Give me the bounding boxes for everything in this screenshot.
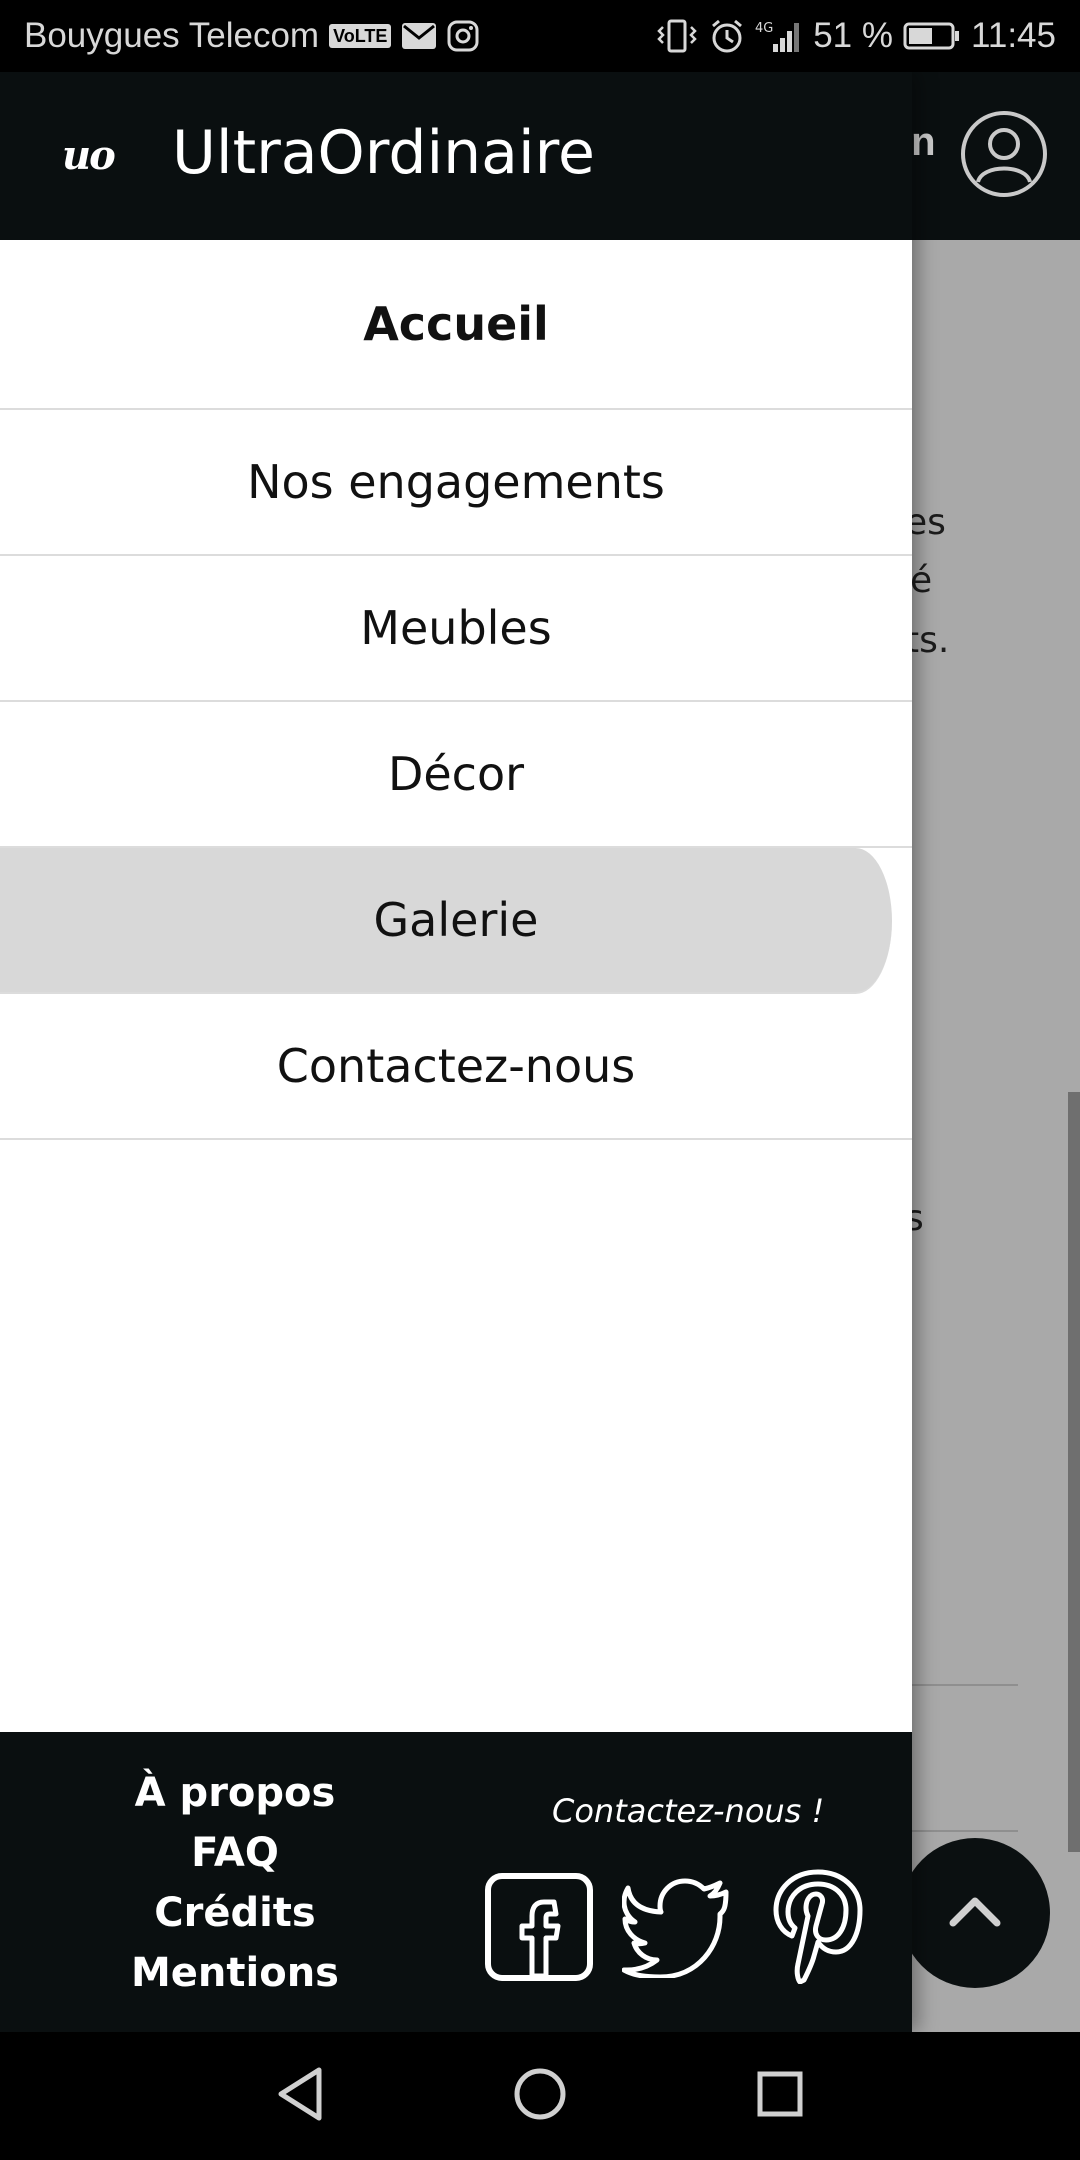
pinterest-icon[interactable] — [770, 1868, 866, 1989]
carrier-name: Bouygues Telecom — [24, 16, 320, 55]
drawer-menu: Accueil Nos engagements Meubles Décor Ga… — [0, 240, 912, 1140]
home-button[interactable] — [500, 2056, 580, 2136]
twitter-icon[interactable] — [621, 1878, 732, 1983]
menu-item-label: Nos engagements — [247, 455, 665, 509]
clock: 11:45 — [971, 16, 1056, 55]
brand-title[interactable]: UltraOrdinaire — [172, 118, 595, 188]
volte-icon: VoLTE — [329, 24, 392, 48]
back-triangle-icon — [275, 2066, 325, 2127]
footer-link-faq[interactable]: FAQ — [191, 1830, 279, 1876]
scroll-to-top-button[interactable] — [900, 1838, 1050, 1988]
system-navigation-bar — [0, 2032, 1080, 2160]
svg-text:4G: 4G — [755, 21, 773, 36]
drawer-footer: À propos FAQ Crédits Mentions Contactez-… — [0, 1732, 912, 2032]
user-avatar-icon[interactable] — [960, 110, 1048, 198]
background-text: é — [910, 560, 933, 601]
menu-item-meubles[interactable]: Meubles — [0, 556, 912, 702]
instagram-icon — [447, 20, 479, 52]
footer-link-a-propos[interactable]: À propos — [135, 1770, 336, 1816]
recents-button[interactable] — [740, 2056, 820, 2136]
recents-square-icon — [755, 2069, 805, 2124]
divider — [912, 1684, 1018, 1686]
signal-icon: 4G — [755, 18, 803, 54]
brand-logo[interactable]: uo — [62, 132, 116, 179]
footer-links: À propos FAQ Crédits Mentions — [110, 1770, 360, 1996]
alarm-icon — [709, 18, 745, 54]
drawer-header: uo UltraOrdinaire — [0, 72, 912, 240]
divider — [912, 1830, 1018, 1832]
footer-contact-label: Contactez-nous ! — [552, 1792, 825, 1830]
status-bar: Bouygues Telecom VoLTE 4G 51 % 11:45 — [0, 0, 1080, 72]
battery-icon — [903, 21, 961, 51]
menu-item-contactez-nous[interactable]: Contactez-nous — [0, 994, 912, 1140]
navigation-drawer: uo UltraOrdinaire Accueil Nos engagement… — [0, 72, 912, 2032]
battery-percent: 51 % — [813, 16, 893, 55]
menu-item-label: Meubles — [360, 601, 552, 655]
menu-item-label: Accueil — [363, 297, 549, 351]
menu-item-label: Décor — [387, 747, 525, 801]
footer-link-credits[interactable]: Crédits — [154, 1890, 315, 1936]
menu-item-galerie[interactable]: Galerie — [0, 848, 892, 994]
footer-link-mentions[interactable]: Mentions — [131, 1950, 339, 1996]
back-button[interactable] — [260, 2056, 340, 2136]
chevron-up-icon — [947, 1893, 1003, 1934]
menu-item-nos-engagements[interactable]: Nos engagements — [0, 410, 912, 556]
vibrate-icon — [655, 19, 699, 53]
menu-item-label: Contactez-nous — [276, 1039, 636, 1093]
mail-icon — [401, 22, 437, 50]
facebook-icon[interactable] — [484, 1872, 594, 1987]
scrollbar[interactable] — [1068, 1092, 1080, 1852]
menu-item-label: Galerie — [373, 893, 539, 947]
menu-item-decor[interactable]: Décor — [0, 702, 912, 848]
home-circle-icon — [512, 2066, 568, 2127]
menu-item-accueil[interactable]: Accueil — [0, 240, 912, 410]
